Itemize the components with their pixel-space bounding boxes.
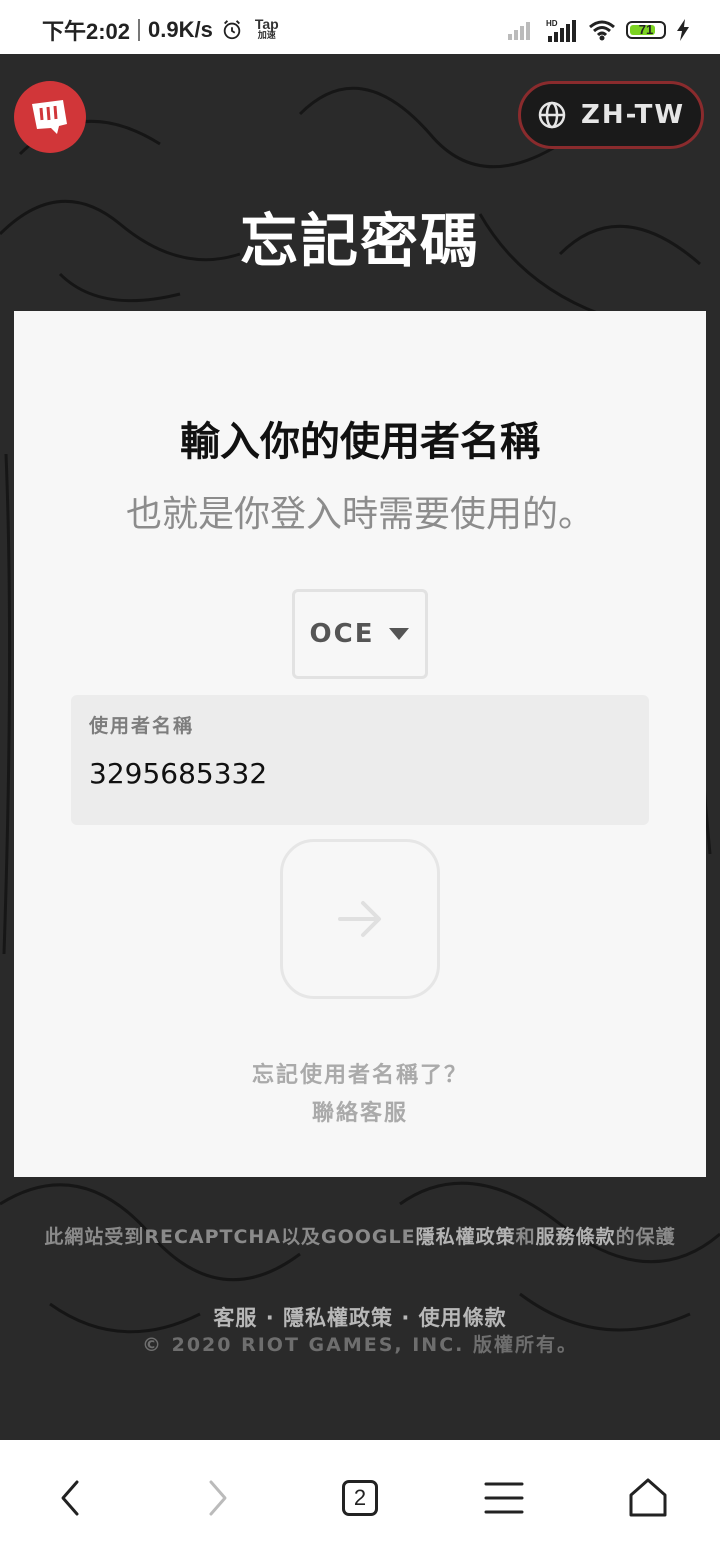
- status-bar: 下午2:02 0.9K/s Tap 加速 HD 71: [0, 0, 720, 54]
- tabs-count: 2: [342, 1480, 378, 1516]
- svg-text:HD: HD: [546, 19, 558, 28]
- back-button[interactable]: [40, 1468, 100, 1528]
- forgot-username-link[interactable]: 忘記使用者名稱了？: [14, 1057, 706, 1089]
- signal-icon: [508, 22, 530, 40]
- username-label: 使用者名稱: [89, 715, 195, 737]
- status-left: 下午2:02 0.9K/s Tap 加速: [42, 14, 279, 46]
- hd-signal-icon: HD: [546, 19, 576, 42]
- main-area: ZH-TW 忘記密碼 輸入你的使用者名稱 也就是你登入時需要使用的。 OCE 使…: [0, 54, 720, 1440]
- region-value: OCE: [309, 619, 375, 649]
- tap-accelerator-icon: Tap 加速: [254, 16, 279, 41]
- forgot-password-card: 輸入你的使用者名稱 也就是你登入時需要使用的。 OCE 使用者名稱 329568…: [14, 311, 706, 1177]
- footer-dot-1: ·: [265, 1306, 275, 1330]
- username-field[interactable]: 使用者名稱 3295685332: [71, 695, 649, 825]
- submit-button[interactable]: [280, 839, 440, 999]
- status-right: HD 71: [508, 18, 690, 42]
- battery-level: 71: [638, 22, 654, 37]
- tap-top-label: Tap: [254, 16, 279, 32]
- status-speed: 0.9K/s: [148, 17, 213, 42]
- battery-icon: 71: [626, 21, 666, 39]
- footer-terms-link[interactable]: 使用條款: [419, 1306, 507, 1330]
- recaptcha-privacy-link[interactable]: 隱私權政策: [416, 1226, 516, 1248]
- charging-icon: [677, 19, 689, 41]
- home-icon: [629, 1478, 667, 1517]
- recaptcha-suffix: 的保護: [615, 1226, 676, 1248]
- footer-links: 客服 · 隱私權政策 · 使用條款: [0, 1302, 720, 1332]
- card-heading: 輸入你的使用者名稱: [180, 419, 540, 465]
- copyright: © 2020 RIOT GAMES, INC. 版權所有。: [142, 1334, 578, 1356]
- footer-dot-2: ·: [401, 1306, 411, 1330]
- status-separator: [138, 19, 141, 41]
- chevron-left-icon: [61, 1480, 79, 1516]
- region-dropdown[interactable]: OCE: [292, 589, 428, 679]
- recaptcha-prefix: 此網站受到RECAPTCHA以及GOOGLE: [44, 1226, 416, 1248]
- riot-logo[interactable]: [14, 81, 86, 153]
- recaptcha-and: 和: [515, 1226, 536, 1248]
- recaptcha-terms-link[interactable]: 服務條款: [536, 1226, 616, 1248]
- home-button[interactable]: [618, 1468, 678, 1528]
- wifi-icon: [589, 20, 615, 41]
- recaptcha-notice: 此網站受到RECAPTCHA以及GOOGLE隱私權政策和服務條款的保護: [0, 1222, 720, 1249]
- footer-privacy-link[interactable]: 隱私權政策: [283, 1306, 393, 1330]
- tap-bottom-label: 加速: [257, 30, 276, 40]
- status-time: 下午2:02: [42, 19, 131, 44]
- riot-fist-icon: [32, 100, 67, 134]
- contact-support-link[interactable]: 聯絡客服: [14, 1095, 706, 1127]
- chevron-right-icon: [209, 1480, 227, 1516]
- language-label: ZH-TW: [581, 100, 685, 130]
- username-input[interactable]: 3295685332: [89, 757, 267, 790]
- page-title: 忘記密碼: [239, 207, 480, 275]
- menu-button[interactable]: [474, 1468, 534, 1528]
- caret-down-icon: [389, 628, 410, 640]
- tabs-button[interactable]: 2: [330, 1468, 390, 1528]
- footer-support-link[interactable]: 客服: [213, 1306, 257, 1330]
- globe-icon: [538, 101, 566, 129]
- alarm-icon: [223, 20, 241, 40]
- menu-icon: [484, 1482, 524, 1514]
- language-selector-button[interactable]: ZH-TW: [518, 81, 704, 149]
- forward-button[interactable]: [188, 1468, 248, 1528]
- card-subheading: 也就是你登入時需要使用的。: [125, 494, 594, 535]
- browser-bottom-nav: 2: [0, 1440, 720, 1560]
- arrow-right-icon: [338, 901, 381, 937]
